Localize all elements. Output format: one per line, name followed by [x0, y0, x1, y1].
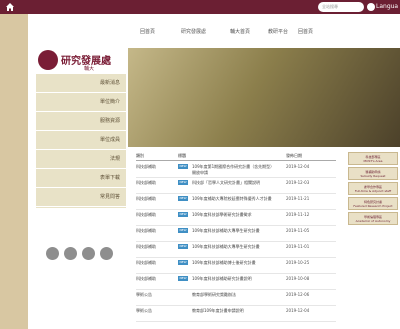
news-date: 2019-11-01 [286, 244, 310, 249]
news-source: 科技部補助 [136, 228, 156, 233]
top-nav: 回首頁 研究發展處 輔大首頁 教研平台 回首頁 [138, 28, 400, 36]
sidebar-menu: 最新消息 單位簡介 服務資源 單位成員 法規 表單下載 常見問答 [36, 74, 126, 208]
page-container: 研究發展處 輔大 回首頁 研究發展處 輔大首頁 教研平台 回首頁 最新消息 單位… [28, 14, 400, 329]
col-source: 類別 [136, 153, 144, 158]
news-date: 2019-11-21 [286, 196, 310, 201]
news-title[interactable]: 109年度科技部補助研究計畫說明 [192, 276, 278, 288]
news-row[interactable]: 科技部補助 NEW 109年度科技部補助大專學生研究計畫 2019-11-01 [136, 242, 336, 258]
quick-link-button[interactable]: 獎補助申請 Subsidy Request [348, 167, 398, 180]
topnav-item[interactable]: 輔大首頁 [230, 28, 250, 35]
sidebar-item[interactable]: 表單下載 [36, 169, 126, 188]
news-source: 學術公告 [136, 308, 152, 313]
logo-area: 研究發展處 輔大 [28, 14, 128, 72]
quick-link-button[interactable]: 產學合作專區 Full-time & Adjunct staff [348, 182, 398, 195]
sidebar-item[interactable]: 單位成員 [36, 131, 126, 150]
news-row[interactable]: 科技部補助 NEW 109年度補助大專院校延攬特殊優秀人才計畫 2019-11-… [136, 194, 336, 210]
quick-link-subtitle: Featured Research Project [353, 204, 393, 208]
news-title[interactable]: 109年度第1期國際合作研究計畫（含先期型）開放申請 [192, 164, 278, 176]
news-row[interactable]: 科技部補助 NEW 109年度科技部學術研究計畫徵求 2019-11-12 [136, 210, 336, 226]
site-subtitle: 輔大 [84, 66, 95, 72]
news-date: 2019-10-08 [286, 276, 310, 281]
news-row[interactable]: 科技部補助 NEW 109年度科技部補助博士後研究計畫 2019-10-25 [136, 258, 336, 274]
home-icon[interactable] [5, 2, 15, 12]
topnav-item[interactable]: 教研平台 [268, 28, 288, 35]
news-source: 科技部補助 [136, 244, 156, 249]
news-title[interactable]: 109年度科技部補助博士後研究計畫 [192, 260, 278, 272]
news-source: 科技部補助 [136, 260, 156, 265]
top-bar: 全站搜尋 Langua [0, 0, 400, 14]
news-title[interactable]: 109年度科技部補助大專學生研究計畫 [192, 244, 278, 256]
news-source: 科技部補助 [136, 212, 156, 217]
news-date: 2019-12-04 [286, 308, 310, 313]
news-table: 類別 標題 發佈日期 科技部補助 NEW 109年度第1期國際合作研究計畫（含先… [136, 153, 336, 329]
sidebar-item[interactable]: 常見問答 [36, 188, 126, 207]
news-source: 科技部補助 [136, 180, 156, 185]
quick-link-subtitle: Academic of Autonomy [355, 219, 391, 223]
news-title[interactable]: 109年度科技部學術研究計畫徵求 [192, 212, 278, 224]
social-links [46, 247, 122, 261]
news-title[interactable]: 科技部「哲學人文研究計畫」相關說明 [192, 180, 278, 192]
news-date: 2019-11-12 [286, 212, 310, 217]
quick-link-subtitle: Subsidy Request [360, 174, 386, 178]
new-badge: NEW [178, 276, 188, 281]
news-row[interactable]: 科技部補助 NEW 109年度第1期國際合作研究計畫（含先期型）開放申請 201… [136, 162, 336, 178]
news-date: 2019-11-05 [286, 228, 310, 233]
new-badge: NEW [178, 228, 188, 233]
col-title: 標題 [178, 153, 186, 158]
news-date: 2019-12-06 [286, 292, 310, 297]
news-date: 2019-10-25 [286, 260, 310, 265]
twitter-icon[interactable] [100, 247, 113, 260]
new-badge: NEW [178, 196, 188, 201]
news-title[interactable]: 109年度科技部補助大專學生研究計畫 [192, 228, 278, 240]
col-date: 發佈日期 [286, 153, 302, 158]
google-icon[interactable] [46, 247, 59, 260]
news-row[interactable]: 科技部補助 NEW 109年度科技部補助大專學生研究計畫 2019-11-05 [136, 226, 336, 242]
news-table-header: 類別 標題 發佈日期 [136, 153, 336, 161]
hero-banner [128, 48, 400, 147]
quick-link-button[interactable]: 學術倫理專區 Academic of Autonomy [348, 212, 398, 225]
new-badge: NEW [178, 212, 188, 217]
sidebar-item[interactable]: 服務資源 [36, 112, 126, 131]
sidebar-item[interactable]: 法規 [36, 150, 126, 169]
sidebar-item[interactable]: 最新消息 [36, 74, 126, 93]
news-source: 科技部補助 [136, 196, 156, 201]
logo-emblem [38, 50, 58, 70]
news-row[interactable]: 科技部補助 NEW 109年度科技部補助研究計畫說明 2019-10-08 [136, 274, 336, 290]
quick-link-subtitle: Full-time & Adjunct staff [354, 189, 392, 193]
mail-icon[interactable] [64, 247, 77, 260]
news-date: 2019-12-04 [286, 164, 310, 169]
new-badge: NEW [178, 260, 188, 265]
topnav-item[interactable]: 回首頁 [298, 28, 313, 35]
news-source: 學術公告 [136, 292, 152, 297]
quick-link-button[interactable]: 特色研究計畫 Featured Research Project [348, 197, 398, 210]
news-title[interactable]: 109年度補助大專院校延攬特殊優秀人才計畫 [192, 196, 278, 208]
news-date: 2019-12-03 [286, 180, 310, 185]
topnav-item[interactable]: 回首頁 [140, 28, 155, 35]
sidebar-item[interactable]: 單位簡介 [36, 93, 126, 112]
new-badge: NEW [178, 164, 188, 169]
search-input[interactable]: 全站搜尋 [318, 2, 364, 12]
news-title[interactable]: 教育部109年度計畫申請說明 [192, 308, 278, 320]
news-title[interactable]: 教育部學術研究獎勵辦法 [192, 292, 278, 304]
news-row[interactable]: 學術公告 教育部學術研究獎勵辦法 2019-12-06 [136, 290, 336, 306]
quick-link-button[interactable]: 科技部專區 MOST's Area [348, 152, 398, 165]
globe-icon[interactable] [367, 3, 375, 11]
quick-link-subtitle: MOST's Area [363, 159, 383, 163]
news-source: 科技部補助 [136, 276, 156, 281]
facebook-icon[interactable] [82, 247, 95, 260]
news-row[interactable]: 科技部補助 NEW 科技部「哲學人文研究計畫」相關說明 2019-12-03 [136, 178, 336, 194]
quick-links: 科技部專區 MOST's Area 獎補助申請 Subsidy Request … [348, 152, 400, 232]
news-row[interactable]: 學術公告 教育部109年度計畫申請說明 2019-12-04 [136, 306, 336, 322]
news-source: 科技部補助 [136, 164, 156, 169]
new-badge: NEW [178, 244, 188, 249]
language-link[interactable]: Langua [376, 2, 398, 12]
topnav-item[interactable]: 研究發展處 [181, 28, 206, 35]
new-badge: NEW [178, 180, 188, 185]
